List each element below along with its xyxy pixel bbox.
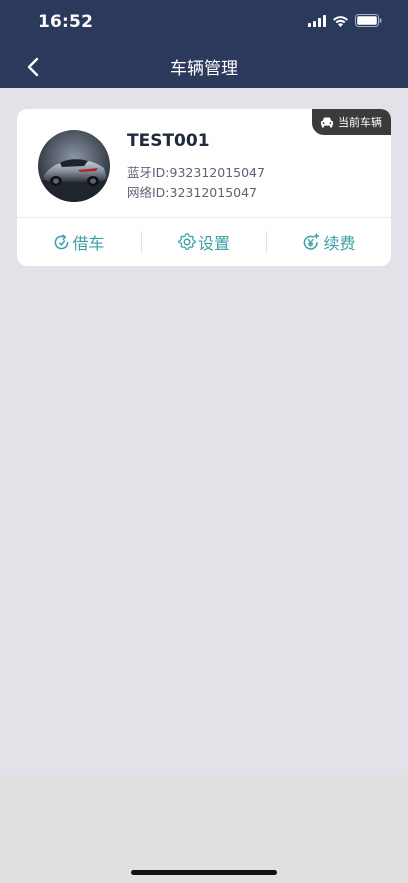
settings-button[interactable]: 设置 — [142, 218, 266, 266]
network-id: 网络ID:32312015047 — [127, 185, 258, 200]
bluetooth-id: 蓝牙ID:932312015047 — [127, 165, 265, 180]
car-icon — [321, 117, 333, 127]
vehicle-name: TEST001 — [127, 131, 210, 151]
settings-label: 设置 — [197, 234, 230, 253]
card-actions: 借车 设置 续费 — [17, 218, 391, 266]
borrow-car-label: 借车 — [72, 234, 105, 253]
current-vehicle-label: 当前车辆 — [338, 116, 382, 129]
home-indicator[interactable] — [131, 870, 277, 875]
wifi-icon — [333, 15, 348, 27]
borrow-car-button[interactable]: 借车 — [17, 218, 141, 266]
gear-icon — [178, 233, 196, 251]
vehicle-card[interactable]: 当前车辆 TEST001 蓝牙ID:932312015047 网络ID:3231… — [17, 109, 391, 266]
bottom-area — [0, 775, 408, 883]
yen-renew-icon — [304, 232, 320, 250]
vehicle-avatar — [38, 130, 110, 202]
borrow-icon — [55, 233, 69, 249]
status-icons — [308, 14, 382, 27]
page-title: 车辆管理 — [170, 59, 238, 79]
signal-icon — [308, 14, 326, 27]
status-time: 16:52 — [38, 12, 94, 32]
current-vehicle-badge: 当前车辆 — [312, 109, 391, 135]
app-header: 16:52 车辆管理 — [0, 0, 408, 88]
renew-button[interactable]: 续费 — [267, 218, 391, 266]
renew-label: 续费 — [323, 234, 356, 253]
battery-icon — [355, 14, 382, 27]
